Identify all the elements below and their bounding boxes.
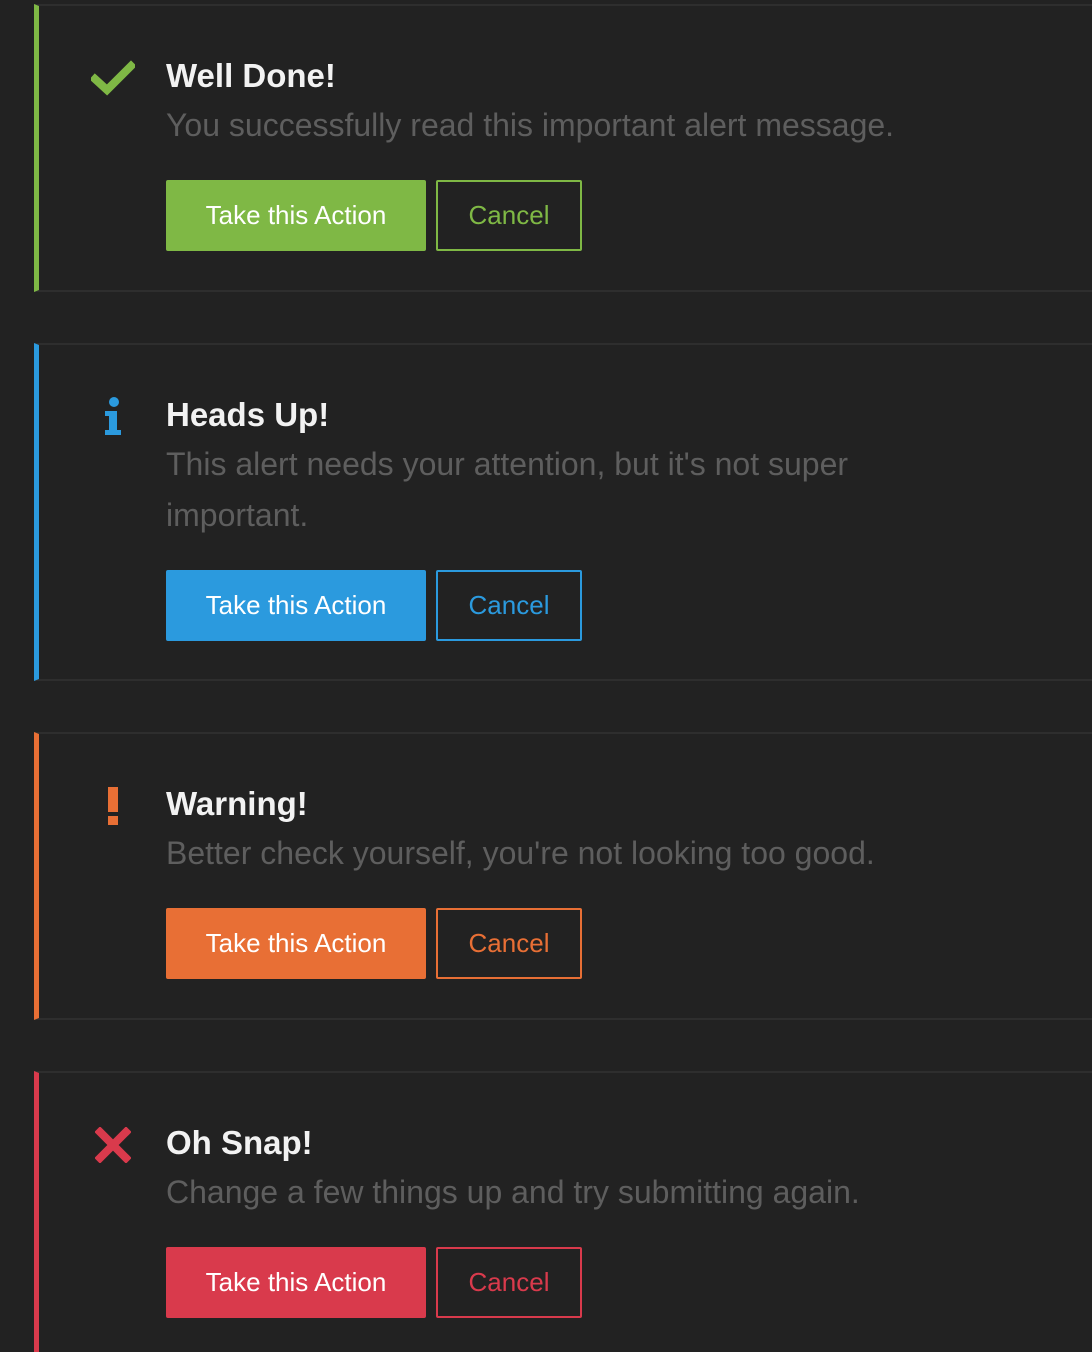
take-action-button[interactable]: Take this Action (166, 1247, 426, 1318)
alerts-page: Well Done! You successfully read this im… (0, 0, 1092, 1352)
checkmark-icon (89, 54, 137, 102)
alert-success: Well Done! You successfully read this im… (34, 4, 1092, 292)
alert-title: Oh Snap! (166, 1124, 313, 1161)
info-icon (89, 393, 137, 441)
alert-content: Well Done! You successfully read this im… (166, 56, 1046, 251)
alert-message: Better check yourself, you're not lookin… (166, 835, 875, 871)
alert-content: Oh Snap! Change a few things up and try … (166, 1123, 1046, 1318)
cancel-button[interactable]: Cancel (436, 570, 582, 641)
alert-actions: Take this Action Cancel (166, 1247, 1046, 1318)
cancel-button[interactable]: Cancel (436, 1247, 582, 1318)
cancel-button[interactable]: Cancel (436, 180, 582, 251)
alert-content: Heads Up! This alert needs your attentio… (166, 395, 1046, 641)
take-action-button[interactable]: Take this Action (166, 570, 426, 641)
alert-message: This alert needs your attention, but it'… (166, 446, 849, 533)
alert-title: Heads Up! (166, 396, 330, 433)
alert-title: Well Done! (166, 57, 336, 94)
cancel-button[interactable]: Cancel (436, 908, 582, 979)
alert-danger: Oh Snap! Change a few things up and try … (34, 1071, 1092, 1352)
alert-title: Warning! (166, 785, 308, 822)
alert-message: You successfully read this important ale… (166, 107, 895, 143)
close-x-icon (89, 1121, 137, 1169)
take-action-button[interactable]: Take this Action (166, 180, 426, 251)
alert-message: Change a few things up and try submittin… (166, 1174, 860, 1210)
alert-actions: Take this Action Cancel (166, 570, 1046, 641)
alert-warning: Warning! Better check yourself, you're n… (34, 732, 1092, 1020)
alert-actions: Take this Action Cancel (166, 908, 1046, 979)
alert-info: Heads Up! This alert needs your attentio… (34, 343, 1092, 681)
exclamation-icon (89, 782, 137, 830)
take-action-button[interactable]: Take this Action (166, 908, 426, 979)
alert-content: Warning! Better check yourself, you're n… (166, 784, 1046, 979)
alert-actions: Take this Action Cancel (166, 180, 1046, 251)
